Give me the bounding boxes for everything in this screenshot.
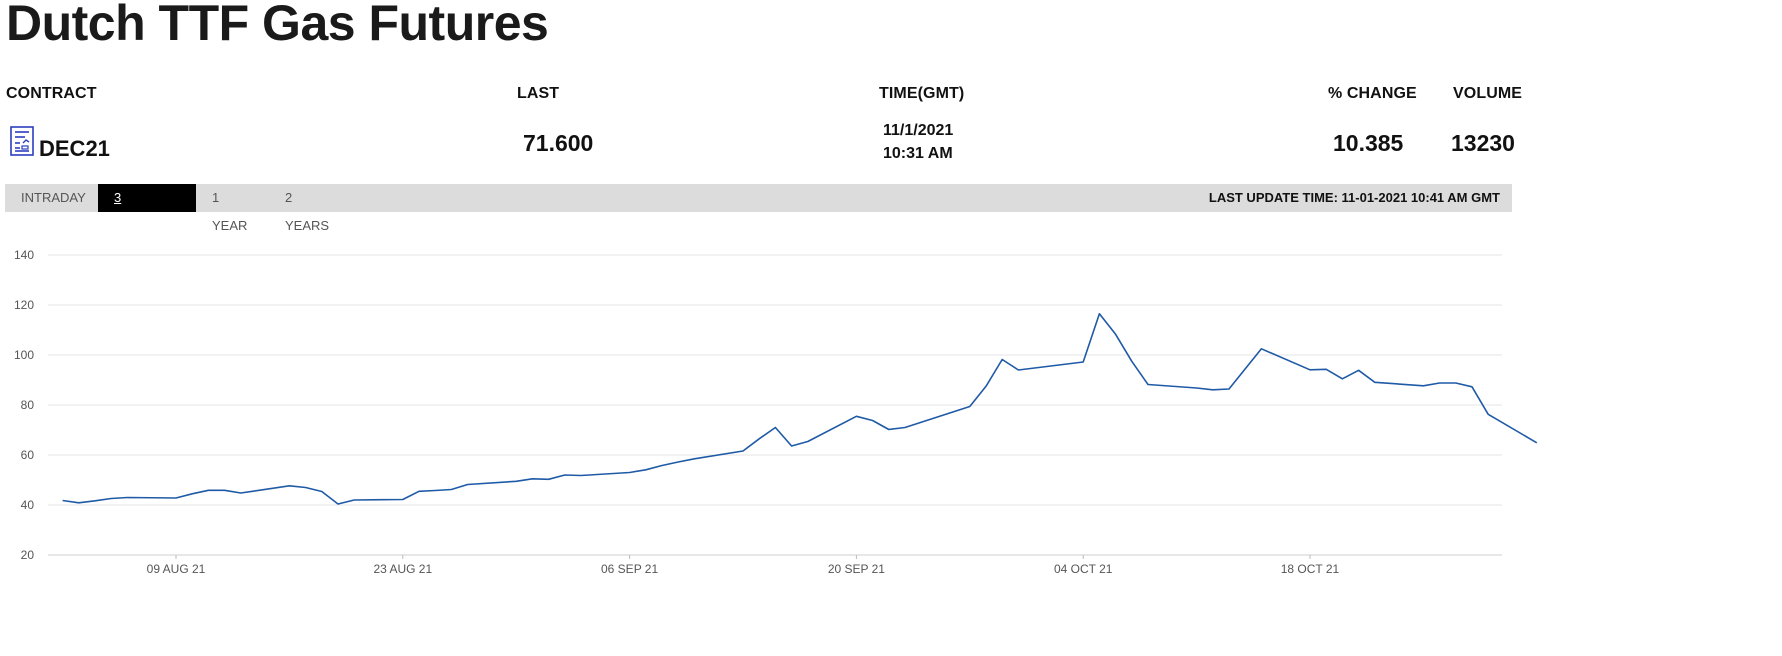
data-point[interactable]	[870, 418, 876, 424]
data-point[interactable]	[967, 404, 973, 410]
tab-1-year[interactable]: 1 YEAR	[196, 184, 270, 233]
data-point[interactable]	[546, 476, 552, 482]
data-point[interactable]	[465, 482, 471, 488]
data-point[interactable]	[448, 487, 454, 493]
data-point[interactable]	[335, 501, 341, 507]
data-point[interactable]	[513, 478, 519, 484]
data-point[interactable]	[805, 439, 811, 445]
data-point[interactable]	[756, 436, 762, 442]
last-update-time: LAST UPDATE TIME: 11-01-2021 10:41 AM GM…	[1208, 190, 1500, 205]
x-tick-label: 06 SEP 21	[601, 562, 658, 576]
x-tick-label: 18 OCT 21	[1281, 562, 1340, 576]
data-point[interactable]	[1080, 359, 1086, 365]
x-tick-label: 09 AUG 21	[147, 562, 206, 576]
data-point[interactable]	[124, 495, 130, 501]
x-tick-label: 20 SEP 21	[828, 562, 885, 576]
price-series-line	[62, 313, 1538, 505]
data-point[interactable]	[1485, 411, 1491, 417]
data-point[interactable]	[983, 383, 989, 389]
contract-header: CONTRACT	[6, 85, 97, 102]
contract-sheet-icon[interactable]	[10, 126, 34, 156]
data-point[interactable]	[1534, 440, 1540, 446]
data-point[interactable]	[1258, 346, 1264, 352]
volume-value: 13230	[1451, 130, 1515, 156]
data-point[interactable]	[432, 488, 438, 494]
price-line-chart: 140 120 100 80 60 40 20 09 AUG 21 23 AUG 21 06 SE…	[14, 248, 1540, 576]
data-point[interactable]	[60, 498, 66, 504]
data-point[interactable]	[1194, 385, 1200, 391]
data-point[interactable]	[1323, 366, 1329, 372]
data-point[interactable]	[222, 487, 228, 493]
data-point[interactable]	[1356, 367, 1362, 373]
data-point[interactable]	[789, 443, 795, 449]
data-point[interactable]	[1453, 380, 1459, 386]
y-tick-label: 60	[21, 448, 35, 462]
y-tick-label: 80	[21, 398, 35, 412]
pct-change-value: 10.385	[1333, 130, 1404, 156]
data-point[interactable]	[416, 488, 422, 494]
data-point[interactable]	[1469, 384, 1475, 390]
data-point[interactable]	[772, 425, 778, 431]
data-point[interactable]	[562, 472, 568, 478]
data-point[interactable]	[886, 427, 892, 433]
data-point[interactable]	[627, 470, 633, 476]
data-point[interactable]	[691, 456, 697, 462]
time-header: TIME(GMT)	[879, 85, 965, 102]
x-tick-label: 23 AUG 21	[373, 562, 432, 576]
data-point[interactable]	[1339, 376, 1345, 382]
page-title: Dutch TTF Gas Futures	[6, 0, 549, 51]
y-tick-label: 20	[21, 548, 35, 562]
time-clock-value: 10:31 AM	[883, 145, 953, 162]
data-point[interactable]	[1307, 367, 1313, 373]
y-tick-label: 40	[21, 498, 35, 512]
data-point[interactable]	[400, 497, 406, 503]
last-header: LAST	[517, 85, 560, 102]
contract-value[interactable]: DEC21	[39, 136, 110, 162]
volume-header: VOLUME	[1453, 85, 1523, 102]
data-point[interactable]	[108, 496, 114, 502]
data-point[interactable]	[853, 413, 859, 419]
data-point[interactable]	[1210, 387, 1216, 393]
data-point[interactable]	[205, 487, 211, 493]
data-point[interactable]	[740, 448, 746, 454]
range-tab-bar: INTRADAY 3 MONTHS 1 YEAR 2 YEARS LAST UP…	[5, 184, 1512, 233]
data-point[interactable]	[319, 489, 325, 495]
data-point[interactable]	[173, 495, 179, 501]
data-point[interactable]	[643, 467, 649, 473]
x-tick-label: 04 OCT 21	[1054, 562, 1113, 576]
tab-2-years[interactable]: 2 YEARS	[269, 184, 353, 233]
tab-3-months[interactable]: 3 MONTHS	[98, 184, 196, 233]
data-point[interactable]	[1372, 379, 1378, 385]
data-point[interactable]	[999, 357, 1005, 363]
y-tick-label: 140	[14, 248, 34, 262]
data-point[interactable]	[1145, 382, 1151, 388]
data-point[interactable]	[1226, 386, 1232, 392]
y-tick-label: 100	[14, 348, 34, 362]
data-point[interactable]	[675, 459, 681, 465]
data-point[interactable]	[578, 473, 584, 479]
data-point[interactable]	[303, 485, 309, 491]
data-point[interactable]	[1113, 331, 1119, 337]
data-point[interactable]	[238, 490, 244, 496]
data-point[interactable]	[1437, 380, 1443, 386]
data-point[interactable]	[1129, 358, 1135, 364]
data-point[interactable]	[1420, 383, 1426, 389]
last-value: 71.600	[523, 130, 594, 156]
time-date-value: 11/1/2021	[883, 122, 954, 139]
pct-change-header: % CHANGE	[1328, 85, 1417, 102]
tab-intraday[interactable]: INTRADAY	[5, 184, 99, 212]
data-point[interactable]	[286, 483, 292, 489]
y-tick-label: 120	[14, 298, 34, 312]
data-point[interactable]	[1096, 311, 1102, 317]
data-point[interactable]	[529, 476, 535, 482]
data-point[interactable]	[76, 500, 82, 506]
data-point[interactable]	[351, 497, 357, 503]
data-point[interactable]	[659, 463, 665, 469]
data-point[interactable]	[1015, 367, 1021, 373]
data-point[interactable]	[1032, 365, 1038, 371]
data-point[interactable]	[189, 491, 195, 497]
data-point[interactable]	[902, 425, 908, 431]
data-point[interactable]	[92, 498, 98, 504]
